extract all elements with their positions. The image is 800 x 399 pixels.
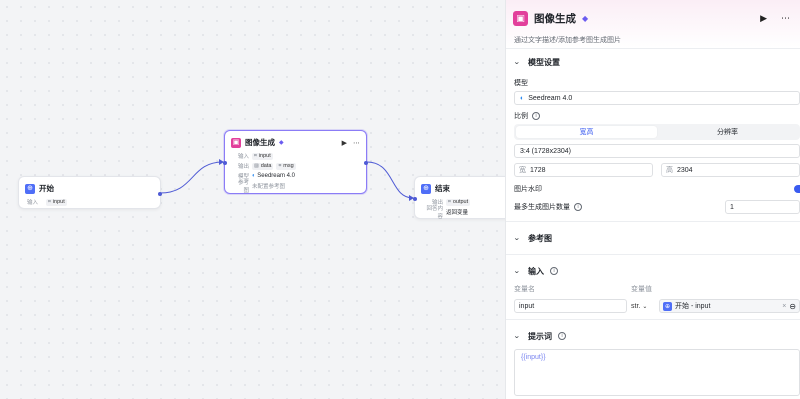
image-gen-node[interactable]: ▣ 图像生成 ◆ ▶ ⋯ 输入 ⌗ input 输出 ▨ data ⌗ msg 模型 … xyxy=(223,130,368,194)
model-label: 模型 xyxy=(514,80,528,87)
tab-resolution[interactable]: 分辨率 xyxy=(657,126,798,138)
chevron-down-icon: ⌄ xyxy=(513,333,521,340)
more-icon[interactable]: ⋯ xyxy=(353,139,360,147)
image-node-ref-value: 未配置参考图 xyxy=(252,184,286,190)
string-type-icon: ⌗ xyxy=(48,199,51,205)
image-node-ref-label: 参考图 xyxy=(237,180,249,194)
start-node-input-label: 输入 xyxy=(27,200,39,206)
panel-title: 图像生成 xyxy=(534,13,576,25)
image-gen-node-icon: ▣ xyxy=(231,137,241,148)
width-input[interactable]: 宽 1728 xyxy=(514,163,653,177)
ratio-select[interactable]: 3:4 (1728x2304) xyxy=(514,144,800,158)
info-icon[interactable]: i xyxy=(532,112,540,120)
start-node-output-port[interactable] xyxy=(158,192,162,196)
run-icon[interactable]: ▶ xyxy=(760,13,767,24)
height-input[interactable]: 高 2304 xyxy=(661,163,800,177)
info-icon[interactable]: i xyxy=(574,203,582,211)
end-node-answer-label: 回答内容 xyxy=(426,206,443,220)
start-node-input-chip: ⌗ input xyxy=(46,198,67,206)
chevron-down-icon: ⌄ xyxy=(513,235,521,242)
string-type-icon: ⌗ xyxy=(448,199,451,205)
tab-width-height[interactable]: 宽高 xyxy=(516,126,657,138)
verified-icon: ◆ xyxy=(279,140,284,146)
workflow-canvas[interactable]: ⊕ 开始 输入 ⌗ input ▣ 图像生成 ◆ ▶ ⋯ 输入 ⌗ input 输出… xyxy=(0,0,505,399)
model-settings-section: ⌄ 模型设置 模型 ◐ Seedream 4.0 比例 i 宽高 分辨率 3:4… xyxy=(506,49,800,222)
prompt-header[interactable]: ⌄ 提示词 i xyxy=(513,323,792,349)
model-settings-header[interactable]: ⌄ 模型设置 xyxy=(513,49,792,75)
image-node-input-port[interactable] xyxy=(223,161,227,165)
input-section: ⌄ 输入 i 变量名 变量值 input str. ⌄ ⊕ 开始 - input… xyxy=(506,255,800,320)
panel-description: 通过文字描述/添加参考图生成图片 xyxy=(514,37,621,44)
run-node-icon[interactable]: ▶ xyxy=(342,139,347,147)
end-node[interactable]: ⊕ 结束 输出 ⌗ output 回答内容 返回变量 xyxy=(413,176,505,220)
watermark-toggle[interactable] xyxy=(794,185,800,193)
wire-start-to-image xyxy=(159,161,224,194)
ratio-tabs: 宽高 分辨率 xyxy=(514,124,800,140)
node-config-panel: ▣ 图像生成 ◆ ▶ ⋯ 通过文字描述/添加参考图生成图片 ⌄ 模型设置 模型 … xyxy=(505,0,800,399)
image-gen-node-title: 图像生成 xyxy=(245,138,275,147)
info-icon[interactable]: i xyxy=(558,332,566,340)
input-var-row: input str. ⌄ ⊕ 开始 - input × ⊖ xyxy=(514,299,800,313)
end-node-icon: ⊕ xyxy=(421,183,431,194)
col-var-value: 变量值 xyxy=(631,286,652,293)
reference-image-section: ⌄ 参考图 xyxy=(506,222,800,255)
var-value-ref[interactable]: ⊕ 开始 - input × ⊖ xyxy=(659,299,800,313)
input-header[interactable]: ⌄ 输入 i xyxy=(513,258,792,284)
wire-image-to-end xyxy=(366,161,414,199)
end-node-answer-value: 返回变量 xyxy=(446,210,469,216)
end-node-input-port[interactable] xyxy=(413,197,417,201)
var-name-input[interactable]: input xyxy=(514,299,627,313)
col-var-name: 变量名 xyxy=(514,286,535,293)
end-node-title: 结束 xyxy=(435,184,450,193)
var-type-select[interactable]: str. ⌄ xyxy=(631,303,655,310)
image-node-output-port[interactable] xyxy=(364,161,368,165)
max-count-row: 最多生成图片数量 i 1 xyxy=(514,199,800,215)
image-node-output-msg-chip: ⌗ msg xyxy=(276,162,296,170)
image-node-input-chip: ⌗ input xyxy=(252,152,273,160)
model-select[interactable]: ◐ Seedream 4.0 xyxy=(514,91,800,105)
panel-header: ▣ 图像生成 ◆ ▶ ⋯ 通过文字描述/添加参考图生成图片 xyxy=(506,0,800,49)
image-node-output-label: 输出 xyxy=(237,164,249,170)
model-logo-icon: ◐ xyxy=(252,173,256,179)
end-node-output-chip: ⌗ output xyxy=(446,198,471,206)
start-node[interactable]: ⊕ 开始 输入 ⌗ input xyxy=(18,176,162,209)
image-node-input-label: 输入 xyxy=(237,154,249,160)
prompt-section: ⌄ 提示词 i {{input}} xyxy=(506,320,800,396)
start-node-ref-icon: ⊕ xyxy=(663,301,672,311)
image-node-output-data-chip: ▨ data xyxy=(252,162,274,170)
start-node-title: 开始 xyxy=(39,184,54,193)
chevron-down-icon: ⌄ xyxy=(513,59,521,66)
verified-icon: ◆ xyxy=(582,14,589,23)
chevron-down-icon: ⌄ xyxy=(642,303,648,310)
prompt-textarea[interactable]: {{input}} xyxy=(514,349,800,396)
watermark-row: 图片水印 xyxy=(514,181,800,197)
string-type-icon: ⌗ xyxy=(254,153,257,159)
remove-circle-icon[interactable]: ⊖ xyxy=(789,302,796,311)
input-table-header: 变量名 变量值 xyxy=(514,284,792,294)
image-gen-icon: ▣ xyxy=(513,11,528,26)
reference-image-header[interactable]: ⌄ 参考图 xyxy=(513,225,792,251)
start-node-icon: ⊕ xyxy=(25,183,35,194)
model-logo-icon: ◐ xyxy=(520,94,525,102)
image-node-model-value: ◐ Seedream 4.0 xyxy=(252,173,295,179)
info-icon[interactable]: i xyxy=(550,267,558,275)
max-count-input[interactable]: 1 xyxy=(725,200,800,214)
ratio-label: 比例 i xyxy=(514,111,792,121)
max-count-label: 最多生成图片数量 xyxy=(514,204,570,211)
chevron-down-icon: ⌄ xyxy=(513,268,521,275)
more-icon[interactable]: ⋯ xyxy=(781,13,790,24)
watermark-label: 图片水印 xyxy=(514,186,542,193)
clear-icon[interactable]: × xyxy=(782,303,786,310)
image-type-icon: ▨ xyxy=(254,163,259,169)
string-type-icon: ⌗ xyxy=(278,163,282,169)
